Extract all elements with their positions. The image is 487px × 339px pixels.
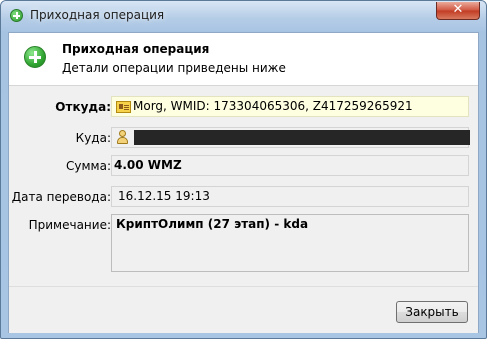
amount-label: Сумма: bbox=[66, 159, 111, 173]
dialog-header: Приходная операция Детали операции приве… bbox=[9, 33, 478, 86]
amount-field[interactable]: 4.00 WMZ bbox=[111, 155, 469, 176]
window-close-button[interactable]: ✕ bbox=[436, 2, 480, 20]
from-field[interactable]: Morg, WMID: 173304065306, Z417259265921 bbox=[111, 96, 469, 117]
from-label: Откуда: bbox=[55, 100, 111, 114]
close-button[interactable]: Закрыть bbox=[396, 301, 468, 323]
dialog-body: Приходная операция Детали операции приве… bbox=[8, 32, 479, 333]
from-value: Morg, WMID: 173304065306, Z417259265921 bbox=[133, 99, 413, 113]
date-label: Дата перевода: bbox=[11, 190, 111, 204]
dialog-footer: Закрыть bbox=[9, 286, 478, 333]
to-field[interactable] bbox=[111, 127, 470, 148]
close-icon: ✕ bbox=[452, 2, 464, 17]
window-title: Приходная операция bbox=[30, 8, 165, 22]
to-label: Куда: bbox=[75, 131, 111, 145]
header-subtitle: Детали операции приведены ниже bbox=[62, 61, 286, 75]
plus-circle-icon bbox=[10, 9, 23, 22]
header-title: Приходная операция bbox=[62, 42, 210, 56]
note-label: Примечание: bbox=[28, 218, 111, 232]
plus-circle-icon bbox=[24, 46, 46, 68]
title-bar[interactable]: Приходная операция ✕ bbox=[1, 1, 486, 31]
user-icon bbox=[116, 130, 129, 145]
note-field[interactable]: КриптОлимп (27 этап) - kda bbox=[111, 214, 469, 272]
redacted-block bbox=[134, 130, 470, 145]
date-field[interactable]: 16.12.15 19:13 bbox=[111, 186, 469, 207]
operation-window: Приходная операция ✕ Приходная операция … bbox=[0, 0, 487, 339]
wallet-card-icon bbox=[116, 101, 131, 113]
